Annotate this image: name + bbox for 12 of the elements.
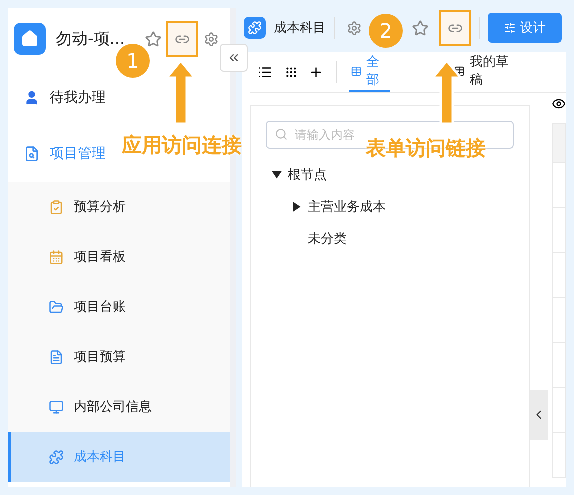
nav-subitem[interactable]: 项目台账 — [8, 282, 230, 332]
nav-item[interactable]: 待我办理 — [8, 70, 112, 126]
nav-subitem[interactable]: 项目预算 — [8, 332, 230, 382]
nav-subitem[interactable]: 预算分析 — [8, 182, 230, 232]
annotation-label: 应用访问连接 — [122, 132, 242, 159]
tree-node-label[interactable]: 未分类 — [308, 230, 347, 248]
form-title: 成本科目 — [274, 20, 326, 37]
tree-node-label[interactable]: 主营业务成本 — [308, 198, 386, 216]
step-badge: 2 — [369, 14, 403, 48]
nav-subitem[interactable]: 项目看板 — [8, 232, 230, 282]
tree-node-label[interactable]: 根节点 — [288, 166, 327, 184]
nav-subitem[interactable]: 内部公司信息 — [8, 382, 230, 432]
